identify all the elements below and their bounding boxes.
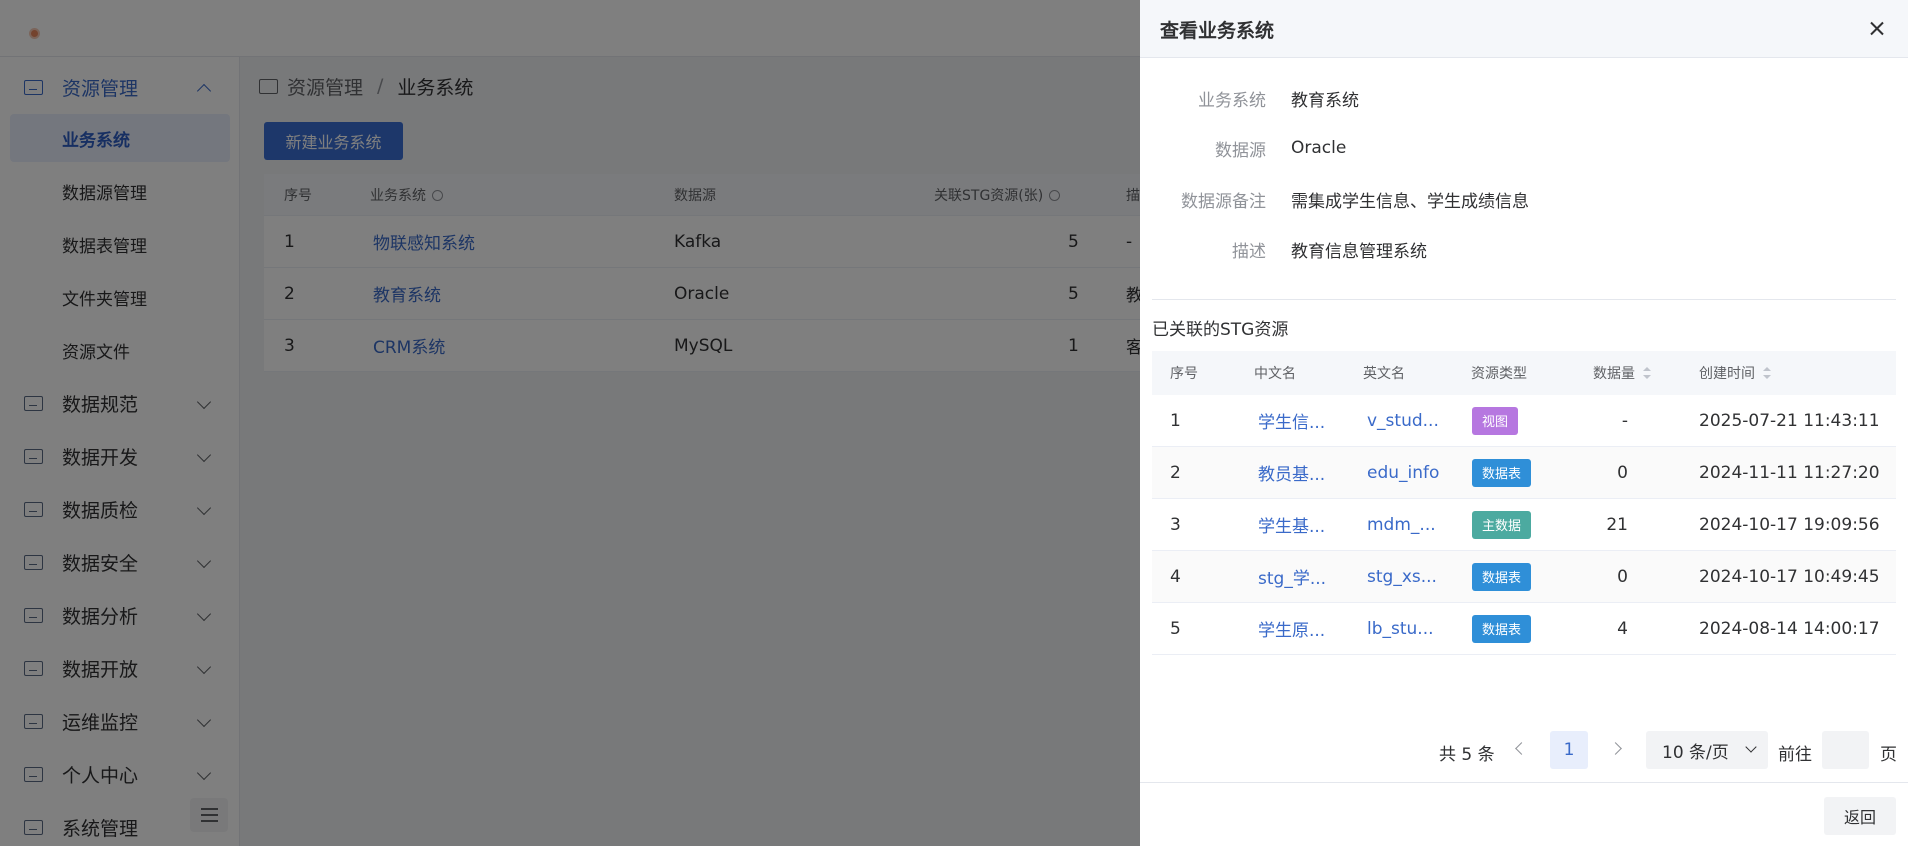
table-row: 5 学生原... lb_stu... 数据表 4 2024-08-14 14:0… [1152, 603, 1896, 655]
pagination: 共 5 条 1 10 条/页 前往 页 [1140, 731, 1908, 769]
pagination-total: 共 5 条 [1439, 745, 1495, 765]
sort-icon [1763, 367, 1771, 379]
table-row: 1 学生信... v_stud... 视图 - 2025-07-21 11:43… [1152, 395, 1896, 447]
drawer-title: 查看业务系统 [1160, 20, 1275, 42]
field-description: 描述 教育信息管理系统 [1232, 241, 1427, 262]
chevron-left-icon[interactable] [1515, 742, 1528, 755]
goto-label: 前往 [1778, 745, 1812, 765]
field-business-system: 业务系统 教育系统 [1198, 90, 1359, 111]
table-row: 4 stg_学... stg_xs... 数据表 0 2024-10-17 10… [1152, 551, 1896, 603]
drawer-header: 查看业务系统 [1140, 0, 1908, 58]
chevron-right-icon[interactable] [1609, 742, 1622, 755]
table-row: 3 学生基... mdm_... 主数据 21 2024-10-17 19:09… [1152, 499, 1896, 551]
view-business-system-drawer: 查看业务系统 业务系统 教育系统 数据源 Oracle 数据源备注 需集成学生信… [1140, 0, 1908, 846]
goto-page-input[interactable] [1822, 731, 1869, 769]
sort-created-header[interactable]: 创建时间 [1699, 351, 1771, 395]
pagination-page-1[interactable]: 1 [1550, 731, 1588, 769]
page-size-select[interactable]: 10 条/页 [1646, 731, 1768, 769]
page-suffix: 页 [1880, 745, 1897, 765]
table-header: 序号 中文名 英文名 资源类型 数据量 创建时间 [1152, 351, 1896, 395]
back-button[interactable]: 返回 [1824, 797, 1896, 835]
drawer-footer: 返回 [1140, 782, 1908, 846]
field-datasource: 数据源 Oracle [1215, 138, 1347, 161]
close-icon[interactable] [1864, 16, 1890, 42]
field-datasource-note: 数据源备注 需集成学生信息、学生成绩信息 [1181, 191, 1529, 212]
table-row: 2 教员基... edu_info 数据表 0 2024-11-11 11:27… [1152, 447, 1896, 499]
sort-icon [1643, 367, 1651, 379]
chevron-down-icon [1745, 741, 1757, 753]
sort-count-header[interactable]: 数据量 [1593, 351, 1651, 395]
section-title: 已关联的STG资源 [1152, 320, 1289, 340]
divider [1152, 299, 1896, 300]
stg-resource-table: 序号 中文名 英文名 资源类型 数据量 创建时间 1 学生信... v_stud… [1152, 351, 1896, 655]
